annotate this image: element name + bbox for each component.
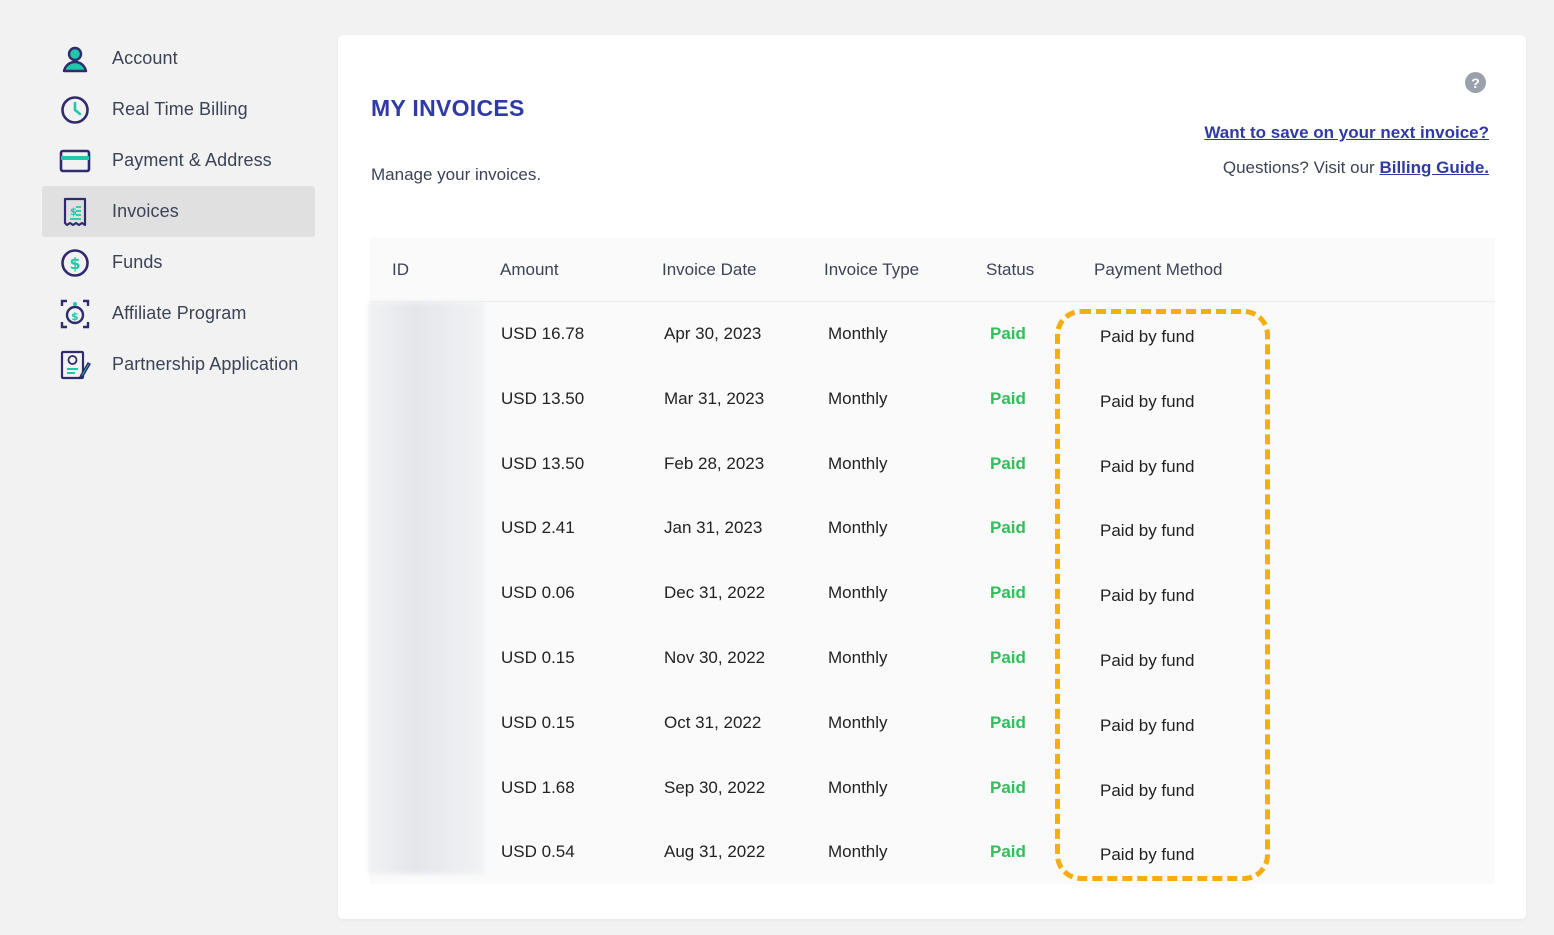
table-row[interactable]: USD 0.15 Nov 30, 2022 Monthly Paid Paid by f… xyxy=(370,626,1495,691)
invoice-amount: USD 13.50 xyxy=(501,453,585,473)
invoice-type: Monthly xyxy=(828,453,888,473)
invoice-date: Aug 31, 2022 xyxy=(664,842,766,862)
sidebar-item-label: Affiliate Program xyxy=(112,303,247,323)
invoice-type: Monthly xyxy=(828,324,888,343)
invoice-status: Paid xyxy=(990,324,1026,343)
invoice-type: Monthly xyxy=(828,842,888,862)
column-header-invoice-type[interactable]: Invoice Type xyxy=(824,260,919,280)
invoice-type: Monthly xyxy=(828,518,888,538)
invoice-date: Nov 30, 2022 xyxy=(664,648,766,667)
payment-method: Paid by fund xyxy=(1100,456,1195,476)
table-row[interactable]: USD 13.50 Feb 28, 2023 Monthly Paid Paid by … xyxy=(370,432,1495,497)
table-row[interactable]: USD 1.68 Sep 30, 2022 Monthly Paid Paid by f… xyxy=(370,756,1495,821)
table-row[interactable]: USD 16.78 Apr 30, 2023 Monthly Paid Paid by … xyxy=(370,302,1495,367)
invoice-type: Monthly xyxy=(828,648,888,667)
column-header-payment-method[interactable]: Payment Method xyxy=(1094,260,1223,280)
sidebar-item-invoices[interactable]: $ Invoices xyxy=(42,186,315,237)
invoice-date: Feb 28, 2023 xyxy=(664,453,765,473)
table-row[interactable]: USD 0.06 Dec 31, 2022 Monthly Paid Paid by f… xyxy=(370,561,1495,626)
table-header: ID Amount Invoice Date Invoice Type Stat… xyxy=(370,238,1495,302)
payment-method: Paid by fund xyxy=(1100,327,1195,346)
sidebar: Account Real Time Billing Payment & Addr… xyxy=(42,33,315,390)
dollar-coin-icon: $ xyxy=(58,246,92,280)
invoice-status: Paid xyxy=(990,648,1026,667)
invoice-amount: USD 0.15 xyxy=(501,648,575,667)
invoices-table: ID Amount Invoice Date Invoice Type Stat… xyxy=(368,238,1495,885)
invoice-amount: USD 0.54 xyxy=(501,842,575,862)
invoice-status: Paid xyxy=(990,842,1026,862)
svg-text:$: $ xyxy=(70,254,81,273)
invoice-status: Paid xyxy=(990,518,1026,538)
page-subtitle: Manage your invoices. xyxy=(371,165,542,184)
invoice-amount: USD 13.50 xyxy=(501,388,585,408)
invoice-date: Oct 31, 2022 xyxy=(664,712,762,732)
application-form-icon xyxy=(58,348,92,382)
sidebar-item-partnership-application[interactable]: Partnership Application xyxy=(42,339,315,390)
payment-method: Paid by fund xyxy=(1100,780,1195,800)
table-row[interactable]: USD 2.41 Jan 31, 2023 Monthly Paid Paid by f… xyxy=(370,496,1495,561)
sidebar-item-real-time-billing[interactable]: Real Time Billing xyxy=(42,84,315,135)
table-row[interactable]: USD 0.15 Oct 31, 2022 Monthly Paid Paid by f… xyxy=(370,691,1495,756)
invoice-status: Paid xyxy=(990,712,1026,732)
table-row[interactable]: USD 0.54 Aug 31, 2022 Monthly Paid Paid by f… xyxy=(370,820,1495,885)
invoice-amount: USD 16.78 xyxy=(501,324,585,343)
invoice-type: Monthly xyxy=(828,777,888,797)
sidebar-item-label: Account xyxy=(112,48,178,68)
invoice-date: Jan 31, 2023 xyxy=(664,518,763,538)
svg-text:$: $ xyxy=(70,207,77,218)
help-icon[interactable]: ? xyxy=(1465,72,1486,93)
invoice-type: Monthly xyxy=(828,712,888,732)
billing-guide-link[interactable]: Billing Guide. xyxy=(1379,158,1489,177)
column-header-id[interactable]: ID xyxy=(392,260,409,280)
invoice-icon: $ xyxy=(58,195,92,229)
column-header-amount[interactable]: Amount xyxy=(500,260,559,280)
invoice-status: Paid xyxy=(990,388,1026,408)
invoice-amount: USD 0.06 xyxy=(501,583,575,603)
invoice-amount: USD 1.68 xyxy=(501,777,575,797)
column-header-status[interactable]: Status xyxy=(986,260,1034,280)
billing-guide-prefix: Questions? Visit our xyxy=(1222,158,1375,177)
invoices-card: ? MY INVOICES Manage your invoices. Want… xyxy=(338,35,1526,919)
page-title: MY INVOICES xyxy=(371,95,525,121)
save-on-next-invoice-link[interactable]: Want to save on your next invoice? xyxy=(1204,123,1489,143)
billing-guide-line: Questions? Visit our Billing Guide. xyxy=(1223,158,1489,178)
payment-method: Paid by fund xyxy=(1100,586,1195,606)
sidebar-item-funds[interactable]: $ Funds xyxy=(42,237,315,288)
clock-icon xyxy=(58,93,92,127)
sidebar-item-label: Payment & Address xyxy=(112,150,272,170)
payment-method: Paid by fund xyxy=(1100,845,1195,865)
user-icon xyxy=(58,42,92,76)
invoice-amount: USD 0.15 xyxy=(501,712,575,732)
sidebar-item-account[interactable]: Account xyxy=(42,33,315,84)
invoice-date: Dec 31, 2022 xyxy=(664,583,766,603)
invoice-status: Paid xyxy=(990,583,1026,603)
sidebar-item-affiliate-program[interactable]: $ Affiliate Program xyxy=(42,288,315,339)
invoice-type: Monthly xyxy=(828,388,888,408)
affiliate-icon: $ xyxy=(58,297,92,331)
table-row[interactable]: USD 13.50 Mar 31, 2023 Monthly Paid Paid by … xyxy=(370,367,1495,432)
payment-method: Paid by fund xyxy=(1100,391,1195,411)
invoice-date: Sep 30, 2022 xyxy=(664,777,766,797)
credit-card-icon xyxy=(58,144,92,178)
sidebar-item-payment-address[interactable]: Payment & Address xyxy=(42,135,315,186)
invoice-type: Monthly xyxy=(828,583,888,603)
sidebar-item-label: Funds xyxy=(112,252,163,272)
column-header-invoice-date[interactable]: Invoice Date xyxy=(662,260,757,280)
invoice-amount: USD 2.41 xyxy=(501,518,575,538)
sidebar-item-label: Partnership Application xyxy=(112,354,299,374)
payment-method: Paid by fund xyxy=(1100,651,1195,670)
invoice-date: Mar 31, 2023 xyxy=(664,388,765,408)
invoice-status: Paid xyxy=(990,453,1026,473)
payment-method: Paid by fund xyxy=(1100,521,1195,541)
sidebar-item-label: Invoices xyxy=(112,201,179,221)
svg-text:$: $ xyxy=(71,310,79,323)
payment-method: Paid by fund xyxy=(1100,715,1195,735)
invoice-status: Paid xyxy=(990,777,1026,797)
invoice-date: Apr 30, 2023 xyxy=(664,324,762,343)
sidebar-item-label: Real Time Billing xyxy=(112,99,248,119)
